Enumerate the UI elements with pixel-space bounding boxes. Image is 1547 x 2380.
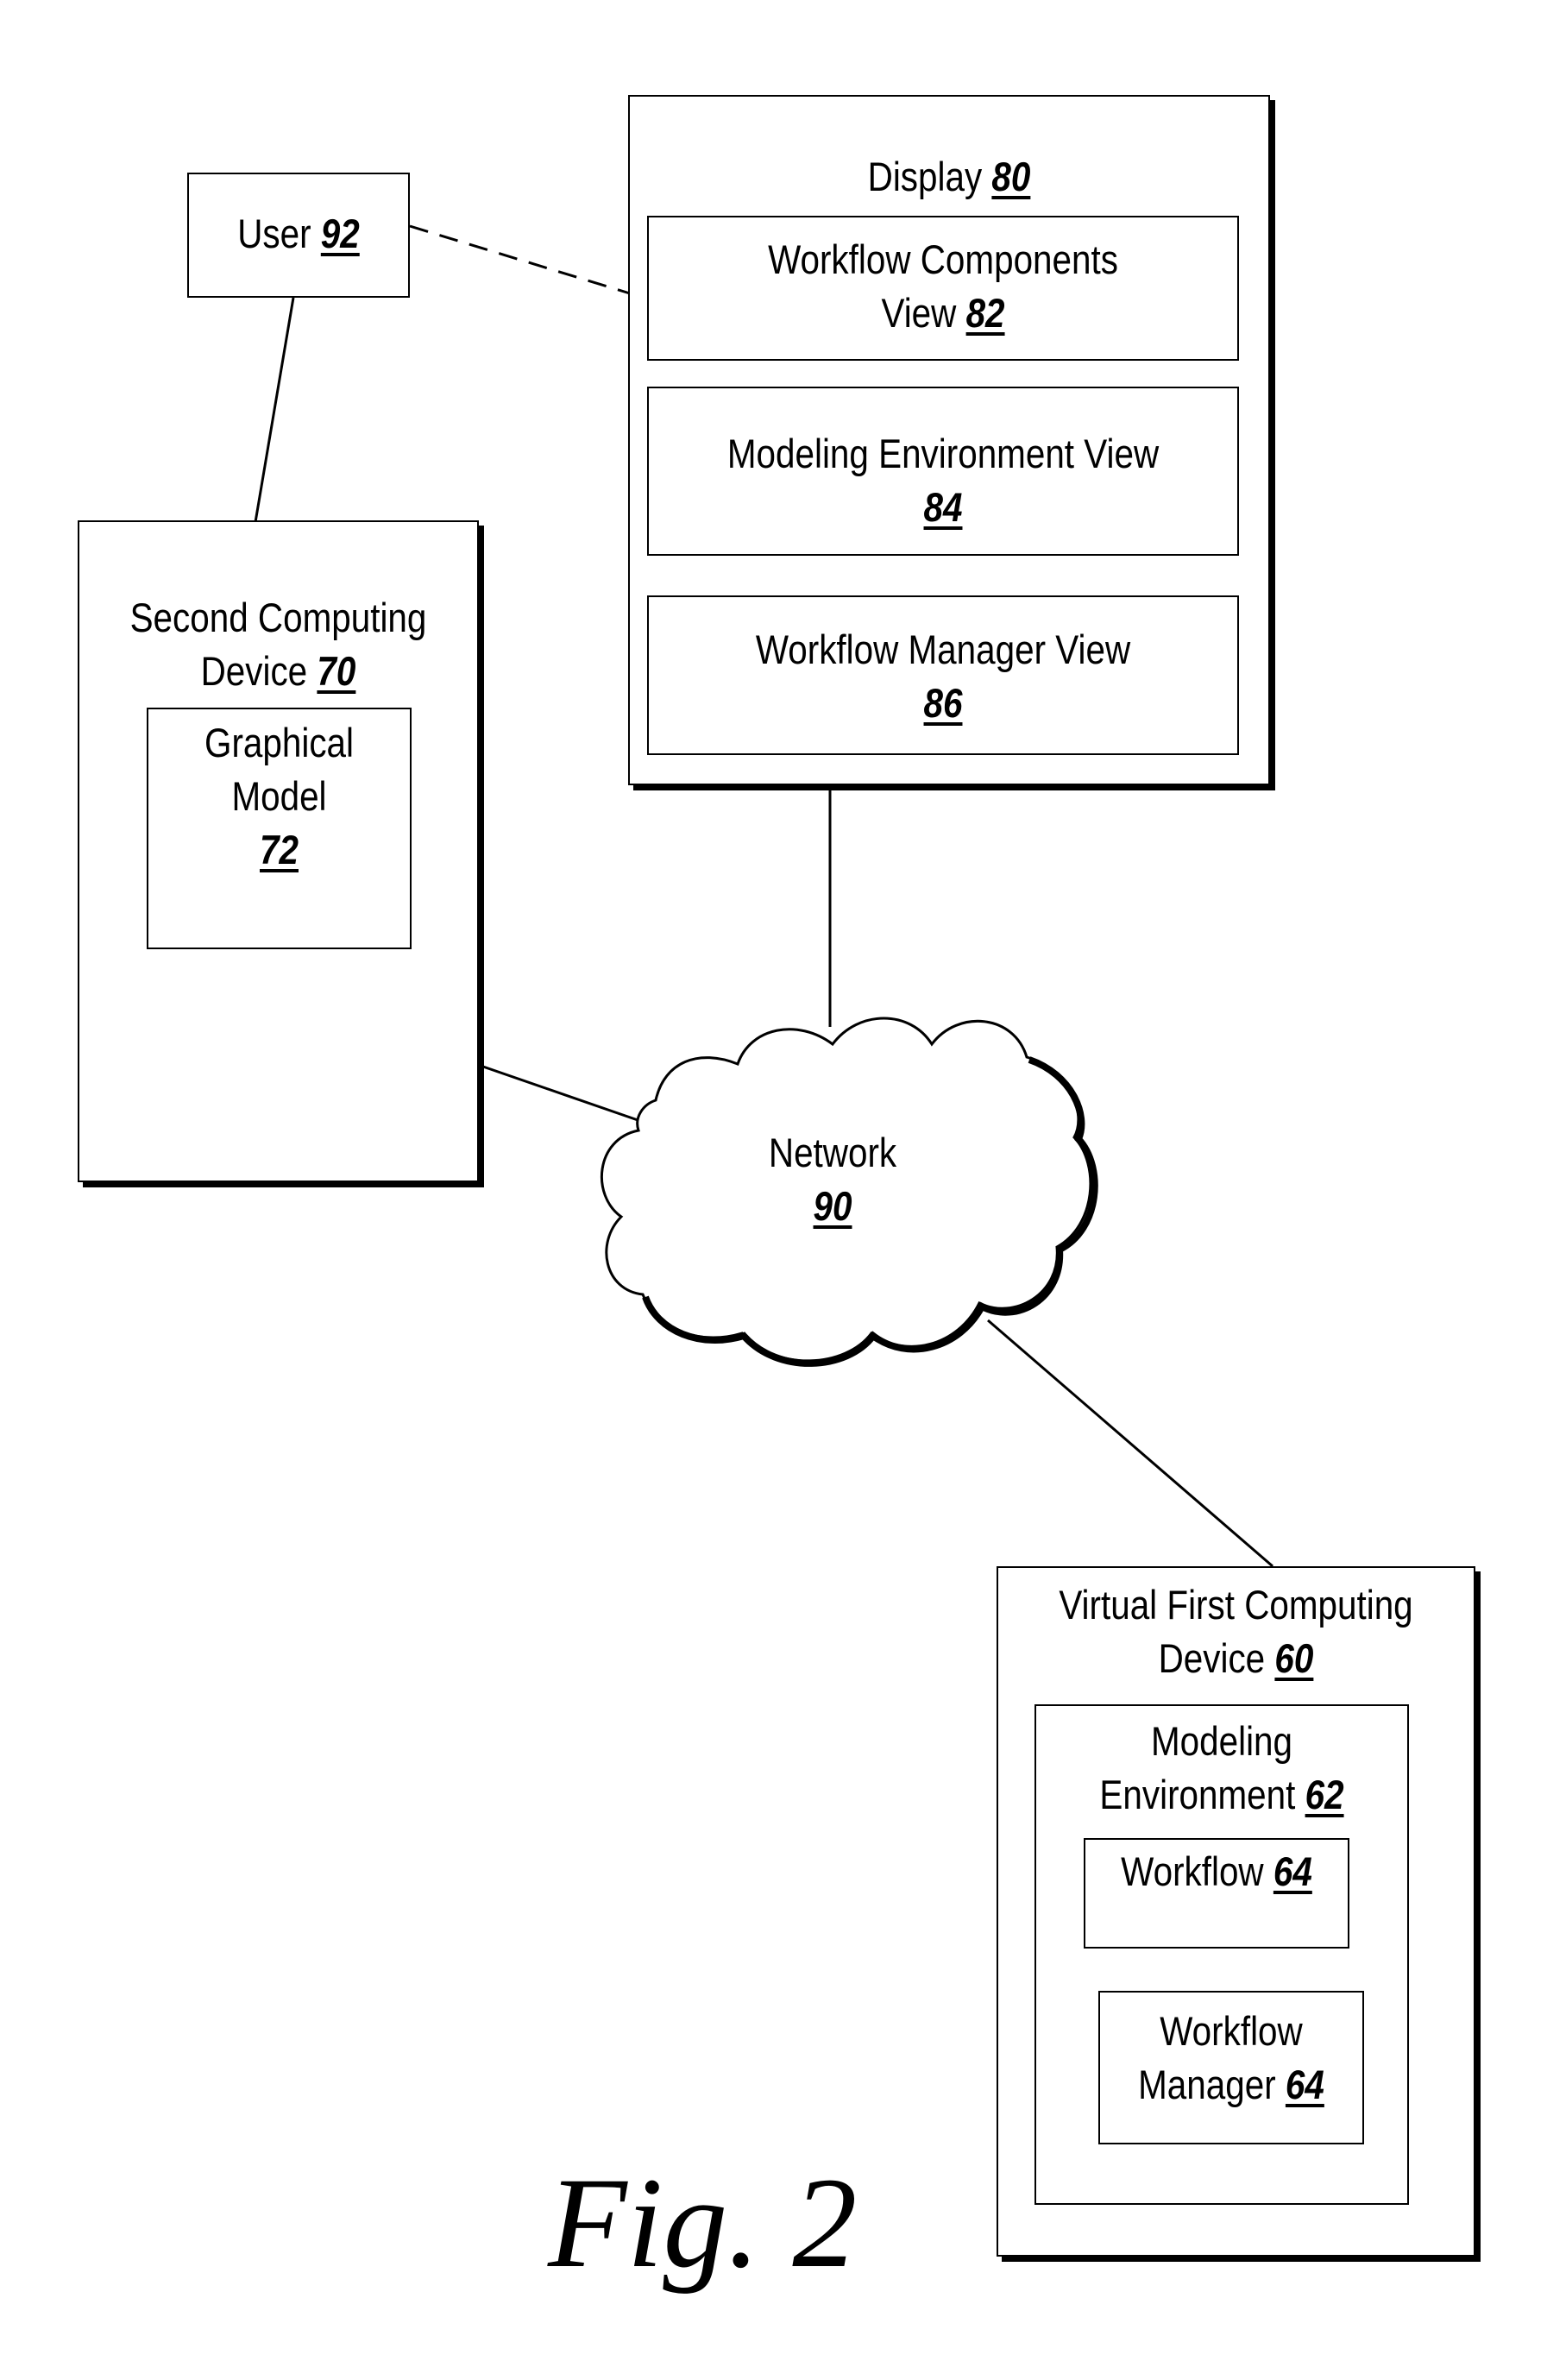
workflow-components-view-label2: View xyxy=(881,290,957,336)
workflow-box: Workflow 64 xyxy=(1084,1838,1349,1949)
first-device-label2: Device xyxy=(1158,1635,1266,1681)
workflow-manager-box: Workflow Manager 64 xyxy=(1098,1991,1364,2144)
network-firstdevice-link xyxy=(987,1319,1273,1568)
figure-caption: Fig. 2 xyxy=(548,2151,858,2295)
network-label-group: Network 90 xyxy=(758,1126,907,1233)
user-display-dashed-link xyxy=(409,224,631,295)
workflow-manager-label: Workflow xyxy=(1160,2008,1303,2054)
network-label: Network xyxy=(768,1130,897,1175)
graphical-model-label2: Model xyxy=(231,773,327,819)
graphical-model-label: Graphical xyxy=(204,720,354,765)
workflow-components-view-ref: 82 xyxy=(965,290,1005,336)
graphical-model-ref: 72 xyxy=(260,827,299,872)
workflow-manager-ref: 64 xyxy=(1285,2062,1324,2107)
user-box: User 92 xyxy=(187,173,410,298)
user-ref: 92 xyxy=(320,211,360,256)
modeling-environment-view-box: Modeling Environment View 84 xyxy=(647,387,1239,556)
display-ref: 80 xyxy=(991,154,1031,199)
modeling-environment-view-ref: 84 xyxy=(923,484,963,530)
display-box: Display 80 Workflow Components View 82 M… xyxy=(628,95,1270,785)
second-device-ref: 70 xyxy=(317,648,356,694)
graphical-model-box: Graphical Model 72 xyxy=(147,708,412,949)
workflow-components-view-label: Workflow Components xyxy=(768,236,1118,282)
virtual-first-computing-device-box: Virtual First Computing Device 60 Modeli… xyxy=(997,1566,1475,2257)
workflow-components-view-box: Workflow Components View 82 xyxy=(647,216,1239,361)
modeling-environment-label2: Environment xyxy=(1099,1772,1296,1817)
modeling-environment-box: Modeling Environment 62 Workflow 64 Work… xyxy=(1034,1704,1409,2205)
display-label: Display xyxy=(867,154,983,199)
workflow-manager-view-box: Workflow Manager View 86 xyxy=(647,595,1239,755)
first-device-label: Virtual First Computing xyxy=(1059,1582,1413,1628)
device-network-link xyxy=(480,1064,644,1124)
second-device-label: Second Computing xyxy=(129,595,427,640)
second-computing-device-box: Second Computing Device 70 Graphical Mod… xyxy=(78,520,479,1182)
network-ref: 90 xyxy=(813,1183,852,1229)
workflow-manager-view-label: Workflow Manager View xyxy=(755,626,1131,672)
first-device-ref: 60 xyxy=(1274,1635,1314,1681)
modeling-environment-label: Modeling xyxy=(1150,1718,1293,1764)
user-device-link xyxy=(254,297,295,523)
second-device-label2: Device xyxy=(200,648,308,694)
modeling-environment-view-label: Modeling Environment View xyxy=(726,431,1160,476)
workflow-ref: 64 xyxy=(1273,1848,1312,1894)
workflow-label: Workflow xyxy=(1121,1848,1264,1894)
workflow-manager-label2: Manager xyxy=(1138,2062,1276,2107)
modeling-environment-ref: 62 xyxy=(1305,1772,1344,1817)
user-label: User xyxy=(237,211,311,256)
workflow-manager-view-ref: 86 xyxy=(923,680,963,726)
